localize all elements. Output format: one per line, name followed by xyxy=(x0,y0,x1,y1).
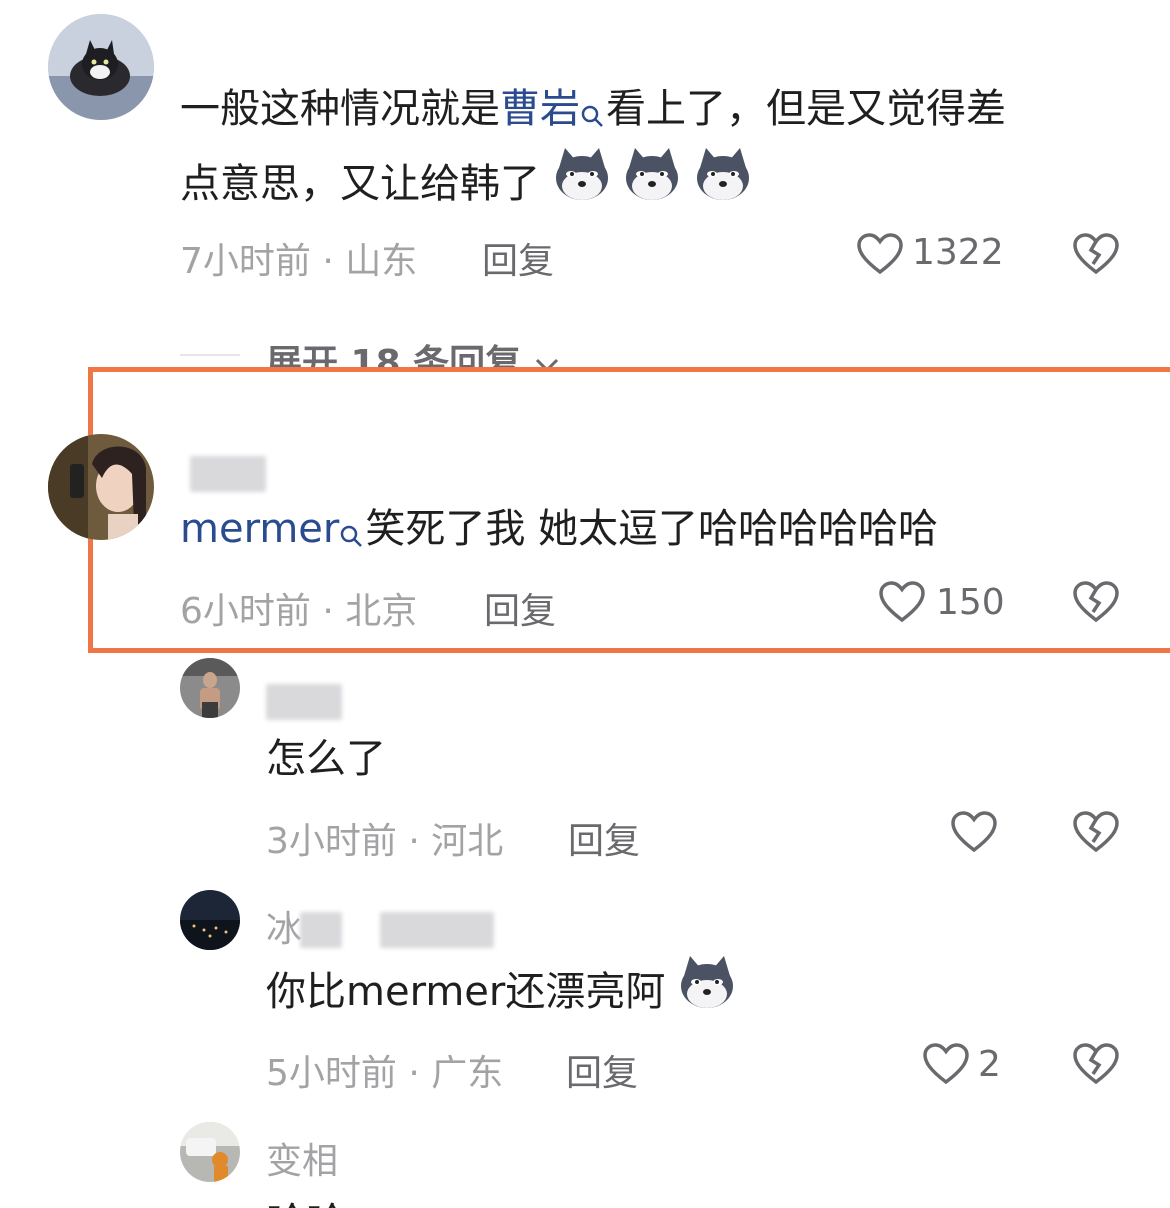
comment-text-line2: 点意思，又让给韩了 xyxy=(180,146,752,226)
username-blurred[interactable] xyxy=(266,684,342,720)
reply-time-location: 5小时前 · 广东 xyxy=(266,1053,504,1094)
like-count: 1322 xyxy=(912,232,1004,273)
husky-emoji-icon xyxy=(553,146,611,226)
reply-button[interactable]: 回复 xyxy=(484,582,556,634)
reply-time-location: 3小时前 · 河北 xyxy=(266,821,504,862)
like-heart-icon[interactable] xyxy=(878,580,926,628)
reply-button[interactable]: 回复 xyxy=(482,232,554,284)
like-count: 2 xyxy=(978,1044,1001,1085)
comment-text: mermer 笑死了我 她太逗了哈哈哈哈哈哈 xyxy=(180,492,938,574)
like-heart-icon[interactable] xyxy=(856,232,904,280)
avatar[interactable] xyxy=(48,14,154,120)
comment-text: 一般这种情况就是曹岩 看上了，但是又觉得差 xyxy=(180,72,1006,154)
chevron-down-icon xyxy=(534,343,560,368)
dislike-broken-heart-icon[interactable] xyxy=(1072,232,1120,280)
comment-time-location: 7小时前 · 山东 xyxy=(180,241,418,282)
dislike-broken-heart-icon[interactable] xyxy=(1072,810,1120,858)
username[interactable]: 变相 xyxy=(266,1132,338,1184)
avatar[interactable] xyxy=(180,1122,240,1182)
husky-emoji-icon xyxy=(694,146,752,226)
comment-time-location: 6小时前 · 北京 xyxy=(180,591,418,632)
search-icon[interactable] xyxy=(339,500,365,574)
username-blurred[interactable] xyxy=(380,912,494,948)
reply-text: 怎么了 xyxy=(266,736,386,782)
reply-text: 哈哈 xyxy=(266,1186,346,1208)
expand-divider xyxy=(180,354,240,356)
reply-text: 你比mermer还漂亮阿 xyxy=(266,954,736,1034)
reply-text-content: 你比mermer还漂亮阿 xyxy=(266,969,666,1015)
husky-emoji-icon xyxy=(623,146,681,226)
reply-text-content: 哈哈 xyxy=(266,1200,346,1208)
like-count: 150 xyxy=(936,582,1005,623)
search-icon[interactable] xyxy=(580,80,606,154)
username-blurred[interactable] xyxy=(300,912,342,948)
expand-replies-label: 展开 18 条回复 xyxy=(266,343,522,368)
comment-text-prefix: 一般这种情况就是 xyxy=(180,86,500,132)
username-partial[interactable]: 冰 xyxy=(266,900,302,952)
avatar[interactable] xyxy=(48,434,154,540)
username-blurred[interactable] xyxy=(190,456,266,492)
avatar[interactable] xyxy=(180,658,240,718)
avatar[interactable] xyxy=(180,890,240,950)
comment-text-line2-content: 点意思，又让给韩了 xyxy=(180,161,540,207)
reply-button[interactable]: 回复 xyxy=(568,812,640,864)
husky-emoji-icon xyxy=(678,954,736,1034)
like-heart-icon[interactable] xyxy=(950,810,998,858)
mention-link[interactable]: 曹岩 xyxy=(500,86,580,132)
comment-text-suffix: 看上了，但是又觉得差 xyxy=(606,86,1006,132)
dislike-broken-heart-icon[interactable] xyxy=(1072,1042,1120,1090)
mention-link[interactable]: mermer xyxy=(180,506,339,552)
reply-button[interactable]: 回复 xyxy=(566,1044,638,1096)
dislike-broken-heart-icon[interactable] xyxy=(1072,580,1120,628)
like-heart-icon[interactable] xyxy=(922,1042,970,1090)
expand-replies-button[interactable]: 展开 18 条回复 xyxy=(266,334,560,368)
comment-text-content: 笑死了我 她太逗了哈哈哈哈哈哈 xyxy=(365,506,939,552)
